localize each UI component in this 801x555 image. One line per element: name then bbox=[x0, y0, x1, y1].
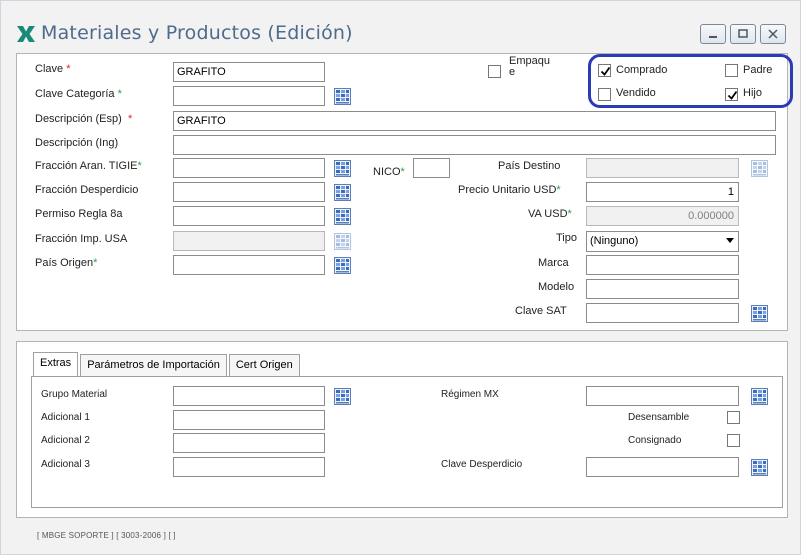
clave-sat-label: Clave SAT bbox=[515, 305, 567, 317]
grid-picker-icon[interactable] bbox=[334, 388, 351, 405]
main-window: Materiales y Productos (Edición) Clave *… bbox=[0, 0, 801, 555]
clave-categoria-input[interactable] bbox=[173, 86, 325, 106]
descripcion-ing-label: Descripción (Ing) bbox=[35, 137, 119, 149]
adicional-1-input[interactable] bbox=[173, 410, 325, 430]
maximize-button[interactable] bbox=[730, 24, 756, 44]
fraccion-aran-input[interactable] bbox=[173, 158, 325, 178]
chevron-down-icon bbox=[726, 238, 734, 243]
consignado-label: Consignado bbox=[628, 435, 682, 446]
modelo-input[interactable] bbox=[586, 279, 739, 299]
grid-picker-icon[interactable] bbox=[334, 257, 351, 274]
pais-origen-input[interactable] bbox=[173, 255, 325, 275]
pais-destino-input bbox=[586, 158, 739, 178]
modelo-label: Modelo bbox=[538, 281, 575, 293]
grid-picker-icon bbox=[751, 160, 768, 177]
nico-label: NICO* bbox=[373, 166, 405, 178]
nico-input[interactable] bbox=[413, 158, 450, 178]
checkmark-icon bbox=[727, 90, 738, 100]
clave-label: Clave * bbox=[35, 63, 71, 75]
status-bar: [ MBGE SOPORTE ] [ 3003-2006 ] [ ] bbox=[37, 531, 176, 540]
grid-picker-icon[interactable] bbox=[751, 305, 768, 322]
vendido-checkbox[interactable] bbox=[598, 88, 611, 101]
tab-bar: Extras Parámetros de Importación Cert Or… bbox=[33, 352, 302, 376]
vendido-label: Vendido bbox=[616, 87, 656, 99]
tab-parametros-importacion[interactable]: Parámetros de Importación bbox=[80, 354, 227, 376]
fraccion-desperdicio-label: Fracción Desperdicio bbox=[35, 184, 139, 196]
grid-picker-icon[interactable] bbox=[751, 459, 768, 476]
fraccion-imp-usa-input bbox=[173, 231, 325, 251]
pais-origen-label: País Origen* bbox=[35, 257, 98, 269]
clave-desperdicio-input[interactable] bbox=[586, 457, 739, 477]
fraccion-imp-usa-label: Fracción Imp. USA bbox=[35, 233, 128, 245]
regimen-mx-label: Régimen MX bbox=[441, 389, 499, 400]
grid-picker-icon[interactable] bbox=[334, 184, 351, 201]
tipo-label: Tipo bbox=[556, 232, 577, 244]
consignado-checkbox[interactable] bbox=[727, 434, 740, 447]
adicional-1-label: Adicional 1 bbox=[41, 412, 90, 423]
clave-categoria-label: Clave Categoría * bbox=[35, 88, 122, 100]
descripcion-ing-input[interactable] bbox=[173, 135, 776, 155]
hijo-checkbox[interactable] bbox=[725, 88, 738, 101]
adicional-3-input[interactable] bbox=[173, 457, 325, 477]
descripcion-esp-input[interactable]: GRAFITO bbox=[173, 111, 776, 131]
tab-cert-origen[interactable]: Cert Origen bbox=[228, 354, 300, 376]
minimize-button[interactable] bbox=[700, 24, 726, 44]
padre-label: Padre bbox=[743, 64, 773, 76]
close-button[interactable] bbox=[760, 24, 786, 44]
precio-unitario-label: Precio Unitario USD* bbox=[458, 184, 561, 196]
regimen-mx-input[interactable] bbox=[586, 386, 739, 406]
desensamble-label: Desensamble bbox=[628, 412, 690, 423]
tab-extras-label: Extras bbox=[40, 357, 72, 369]
window-title: Materiales y Productos (Edición) bbox=[41, 22, 353, 44]
grid-picker-icon[interactable] bbox=[334, 88, 351, 105]
hijo-label: Hijo bbox=[743, 87, 762, 99]
tab-parametros-label: Parámetros de Importación bbox=[87, 359, 220, 371]
descripcion-esp-label: Descripción (Esp) * bbox=[35, 113, 133, 125]
clave-sat-input[interactable] bbox=[586, 303, 739, 323]
grid-picker-icon[interactable] bbox=[751, 388, 768, 405]
maximize-icon bbox=[738, 29, 748, 38]
comprado-label: Comprado bbox=[616, 64, 668, 76]
marca-input[interactable] bbox=[586, 255, 739, 275]
precio-unitario-input[interactable]: 1 bbox=[586, 182, 739, 202]
tipo-select-value: (Ninguno) bbox=[590, 235, 639, 247]
clave-input[interactable]: GRAFITO bbox=[173, 62, 325, 82]
va-usd-input: 0.000000 bbox=[586, 206, 739, 226]
checkmark-icon bbox=[600, 66, 611, 76]
clave-desperdicio-label: Clave Desperdicio bbox=[441, 459, 523, 470]
grupo-material-input[interactable] bbox=[173, 386, 325, 406]
tab-cert-origen-label: Cert Origen bbox=[235, 359, 293, 371]
tab-extras[interactable]: Extras bbox=[33, 352, 79, 376]
empaque-label: Empaqu e bbox=[509, 55, 550, 78]
padre-checkbox[interactable] bbox=[725, 64, 738, 77]
highlight-annotation bbox=[588, 54, 793, 108]
adicional-2-label: Adicional 2 bbox=[41, 435, 90, 446]
marca-label: Marca bbox=[538, 257, 569, 269]
comprado-checkbox[interactable] bbox=[598, 64, 611, 77]
grupo-material-label: Grupo Material bbox=[41, 389, 108, 400]
close-icon bbox=[768, 29, 778, 39]
grid-picker-icon[interactable] bbox=[334, 160, 351, 177]
fraccion-aran-label: Fracción Aran. TIGIE* bbox=[35, 160, 142, 172]
empaque-checkbox[interactable] bbox=[488, 65, 501, 78]
permiso-regla-label: Permiso Regla 8a bbox=[35, 208, 123, 220]
minimize-icon bbox=[709, 36, 717, 38]
title-bar: Materiales y Productos (Edición) bbox=[1, 1, 800, 49]
tipo-select[interactable]: (Ninguno) bbox=[586, 231, 739, 252]
fraccion-desperdicio-input[interactable] bbox=[173, 182, 325, 202]
x-logo-icon bbox=[17, 26, 35, 42]
grid-picker-icon[interactable] bbox=[334, 208, 351, 225]
adicional-3-label: Adicional 3 bbox=[41, 459, 90, 470]
grid-picker-icon bbox=[334, 233, 351, 250]
adicional-2-input[interactable] bbox=[173, 433, 325, 453]
permiso-regla-input[interactable] bbox=[173, 206, 325, 226]
desensamble-checkbox[interactable] bbox=[727, 411, 740, 424]
va-usd-label: VA USD* bbox=[528, 208, 572, 220]
pais-destino-label: País Destino bbox=[498, 160, 561, 172]
